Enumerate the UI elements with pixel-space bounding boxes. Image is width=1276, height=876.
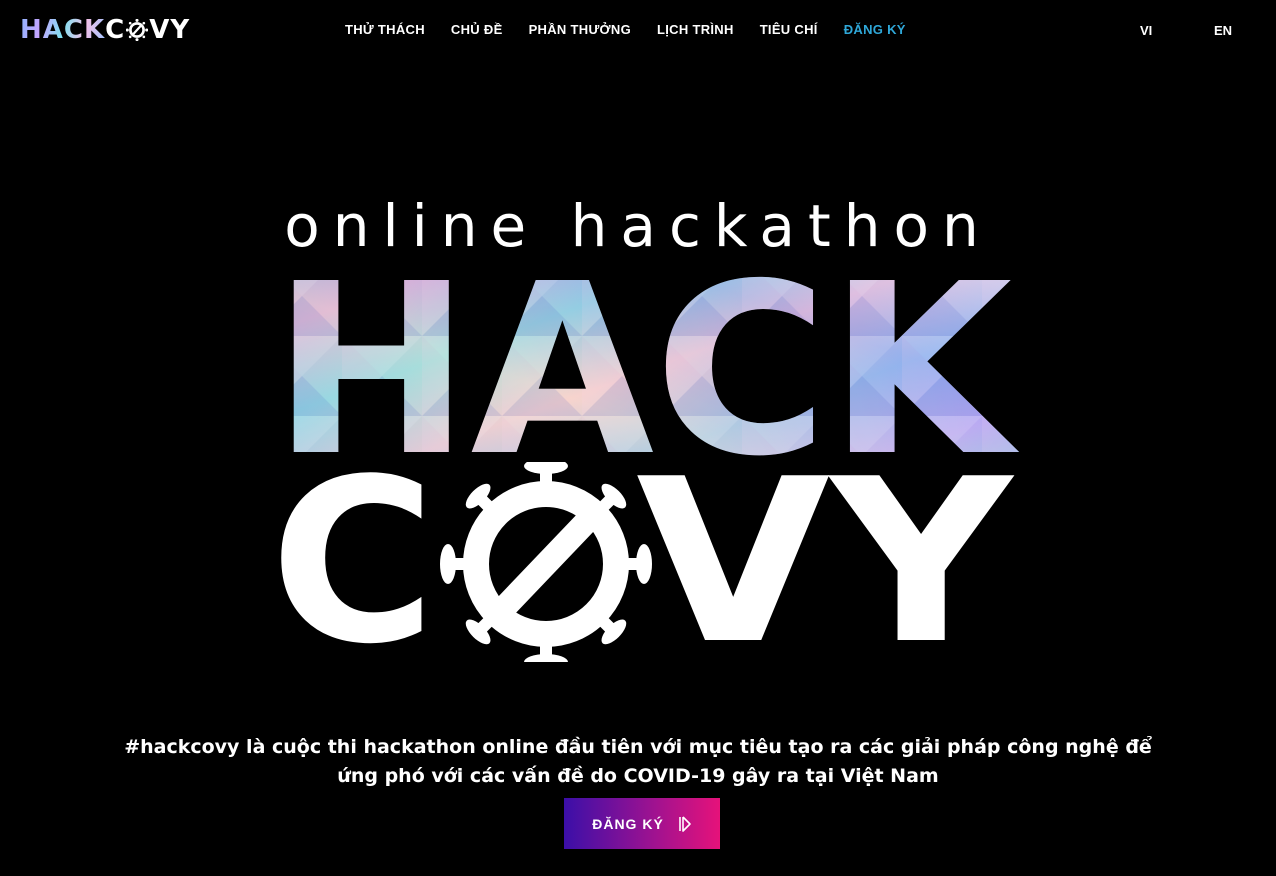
hero-title-hack: HACK HACK HACK bbox=[272, 256, 1020, 468]
logo-c-letter: C bbox=[105, 15, 126, 45]
hero-description-line1: #hackcovy là cuộc thi hackathon online đ… bbox=[124, 736, 1152, 758]
nav-item-register[interactable]: ĐĂNG KÝ bbox=[844, 20, 906, 40]
virus-o-large-icon bbox=[440, 462, 652, 662]
nav-item-criteria[interactable]: TIÊU CHÍ bbox=[760, 20, 818, 40]
nav-item-challenges[interactable]: THỬ THÁCH bbox=[345, 20, 425, 40]
hero-description: #hackcovy là cuộc thi hackathon online đ… bbox=[0, 733, 1276, 791]
nav-item-topics[interactable]: CHỦ ĐỀ bbox=[451, 20, 503, 40]
virus-o-icon bbox=[126, 19, 149, 41]
play-arrow-icon bbox=[678, 815, 691, 832]
main-nav: THỬ THÁCH CHỦ ĐỀ PHẦN THƯỞNG LỊCH TRÌNH … bbox=[345, 20, 906, 40]
nav-item-prizes[interactable]: PHẦN THƯỞNG bbox=[529, 20, 631, 40]
hackcovy-logo[interactable]: HACK C VY bbox=[20, 14, 190, 46]
nav-item-schedule[interactable]: LỊCH TRÌNH bbox=[657, 20, 734, 40]
register-button-label: ĐĂNG KÝ bbox=[592, 815, 664, 832]
logo-hack-text: HACK bbox=[20, 15, 106, 45]
hero-description-line2: ứng phó với các vấn đề do COVID-19 gây r… bbox=[337, 765, 939, 787]
site-header: HACK C VY THỬ THÁCH CHỦ ĐỀ PHẦN THƯỞNG L… bbox=[0, 0, 1276, 62]
covy-vy-letters: VY bbox=[636, 462, 1015, 662]
logo-vy-text: VY bbox=[149, 15, 191, 45]
register-button[interactable]: ĐĂNG KÝ bbox=[564, 798, 720, 849]
covy-c-letter: C bbox=[270, 462, 436, 662]
language-vi-link[interactable]: VI bbox=[1140, 21, 1152, 41]
hero-title-covy: C VY bbox=[270, 462, 1015, 662]
hero-tagline: online hackathon bbox=[284, 192, 992, 260]
svg-text:HACK: HACK bbox=[272, 256, 1020, 468]
language-en-link[interactable]: EN bbox=[1214, 21, 1232, 41]
